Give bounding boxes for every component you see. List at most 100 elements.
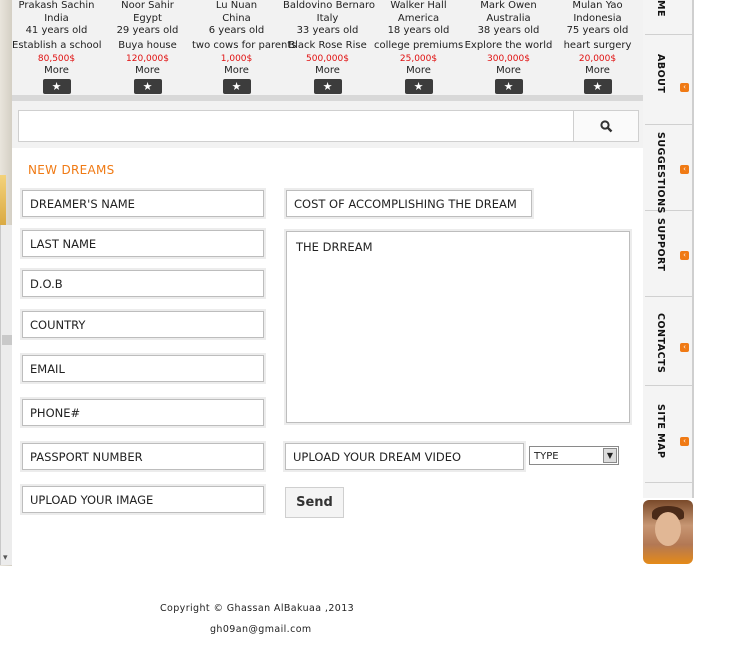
dreamer-card: Noor Sahir Egypt 29 years old Buya house 120… <box>103 0 192 102</box>
star-icon[interactable]: ★ <box>494 79 523 94</box>
footer-copyright: Copyright © Ghassan AlBakuaa ,2013 <box>160 603 355 614</box>
dreamer-card: Baldovino Bernaro Italy 33 years old Black … <box>283 0 375 102</box>
passport-field[interactable]: PASSPORT NUMBER <box>22 443 264 470</box>
dreamer-more-link[interactable]: More <box>464 65 553 76</box>
nav-tab-label: ABOUT <box>655 54 666 94</box>
dreamer-name: Mark Owen <box>480 0 537 11</box>
dreamer-name: Prakash Sachin <box>18 0 95 11</box>
dreamer-cost: 300,000$ <box>487 54 530 64</box>
email-field[interactable]: EMAIL <box>22 355 264 382</box>
dreamer-more-link[interactable]: More <box>283 65 372 76</box>
dreamer-name: Baldovino Bernaro <box>283 0 375 11</box>
arrow-marker-icon: ‹ <box>680 165 689 174</box>
main-panel: Prakash Sachin India 41 years old Establish… <box>12 0 643 566</box>
dreamer-more-link[interactable]: More <box>103 65 192 76</box>
dob-field[interactable]: D.O.B <box>22 270 264 297</box>
dreamer-cost: 20,000$ <box>578 54 617 64</box>
avatar-face <box>655 512 681 546</box>
arrow-marker-icon: ‹ <box>680 83 689 92</box>
dreamer-country: China <box>222 12 251 24</box>
arrow-marker-icon: ‹ <box>680 343 689 352</box>
country-field[interactable]: COUNTRY <box>22 311 264 338</box>
star-icon[interactable]: ★ <box>133 79 162 94</box>
dreamer-wish: Buya house <box>118 39 177 51</box>
nav-tab-label: SUGGESTIONS <box>655 132 666 214</box>
arrow-marker-icon: ‹ <box>680 251 689 260</box>
last-name-field[interactable]: LAST NAME <box>22 230 264 257</box>
nav-tab-support[interactable]: SUPPORT ‹ <box>645 214 693 297</box>
send-button[interactable]: Send <box>285 487 344 518</box>
dreamer-name-field[interactable]: DREAMER'S NAME <box>22 190 264 217</box>
dreamer-country: Egypt <box>133 12 162 24</box>
side-nav-edge <box>692 0 694 498</box>
dreamer-cost: 1,000$ <box>220 54 253 64</box>
footer-email-link[interactable]: gh09an@gmail.com <box>210 624 312 635</box>
dreamer-card: Mulan Yao Indonesia 75 years old heart surg… <box>553 0 642 102</box>
side-nav: ME ABOUT ‹ SUGGESTIONS ‹ SUPPORT ‹ CONTACTS ‹ SIT… <box>643 0 694 498</box>
dreamer-age: 38 years old <box>477 25 540 36</box>
search-icon <box>599 119 612 132</box>
dreamer-cost: 80,500$ <box>37 54 76 64</box>
dreamer-age: 33 years old <box>296 25 359 36</box>
dreamer-wish: Black Rose Rise <box>288 39 367 51</box>
nav-tab-contacts[interactable]: CONTACTS ‹ <box>645 309 693 386</box>
dreamer-cost: 120,000$ <box>126 54 169 64</box>
dreamer-card: Mark Owen Australia 38 years old Explore th… <box>464 0 553 102</box>
star-icon[interactable]: ★ <box>42 79 71 94</box>
dream-textarea[interactable]: THE DRREAM <box>286 231 630 423</box>
video-type-value: TYPE <box>534 451 559 462</box>
dreamer-name: Lu Nuan <box>215 0 258 11</box>
nav-tab-site-map[interactable]: SITE MAP ‹ <box>645 400 693 483</box>
upload-video-field[interactable]: UPLOAD YOUR DREAM VIDEO <box>285 443 524 470</box>
avatar[interactable] <box>643 500 693 564</box>
scrollbar-thumb[interactable] <box>2 335 12 345</box>
form-heading: NEW DREAMS <box>28 163 115 177</box>
phone-field[interactable]: PHONE# <box>22 399 264 426</box>
dreamer-name: Walker Hall <box>390 0 447 11</box>
dreamer-name: Noor Sahir <box>121 0 174 11</box>
dreamer-country: Italy <box>316 12 339 24</box>
dreamer-country: Australia <box>486 12 531 24</box>
dreamer-wish: college premiums <box>374 39 464 51</box>
dreamer-name: Mulan Yao <box>572 0 623 11</box>
left-edge-strip: ▾ <box>0 0 13 566</box>
scroll-down-arrow-icon[interactable]: ▾ <box>3 553 8 563</box>
dreamer-age: 18 years old <box>387 25 450 36</box>
star-icon[interactable]: ★ <box>222 79 251 94</box>
dreamer-age: 41 years old <box>25 25 88 36</box>
nav-tab-suggestions[interactable]: SUGGESTIONS ‹ <box>645 128 693 214</box>
dreamer-card: Lu Nuan China 6 years old two cows for pare… <box>192 0 297 102</box>
nav-tab-me[interactable]: ME <box>645 0 693 35</box>
dreamer-country: India <box>44 12 69 24</box>
dreamer-country: America <box>397 12 440 24</box>
dreamer-more-link[interactable]: More <box>374 65 463 76</box>
arrow-marker-icon: ‹ <box>680 437 689 446</box>
video-type-select[interactable]: TYPE ▼ <box>529 446 619 465</box>
nav-tab-label: ME <box>655 0 666 17</box>
dreamer-card: Walker Hall America 18 years old college pr… <box>374 0 463 102</box>
star-icon[interactable]: ★ <box>583 79 612 94</box>
nav-tab-about[interactable]: ABOUT ‹ <box>645 50 693 125</box>
dreamer-wish: Explore the world <box>464 39 553 51</box>
dropdown-arrow-icon[interactable]: ▼ <box>603 448 617 463</box>
new-dream-form: NEW DREAMS DREAMER'S NAME LAST NAME D.O.… <box>12 148 643 566</box>
dreamer-card: Prakash Sachin India 41 years old Establish… <box>12 0 102 102</box>
star-icon[interactable]: ★ <box>404 79 433 94</box>
star-icon[interactable]: ★ <box>313 79 342 94</box>
dream-cost-field[interactable]: COST OF ACCOMPLISHING THE DREAM <box>286 190 532 217</box>
dreamer-age: 75 years old <box>566 25 629 36</box>
dreamer-more-link[interactable]: More <box>553 65 642 76</box>
upload-image-field[interactable]: UPLOAD YOUR IMAGE <box>22 486 264 513</box>
search-button[interactable] <box>573 111 638 141</box>
dreamer-wish: two cows for parents <box>192 39 297 51</box>
dreamer-age: 6 years old <box>208 25 265 36</box>
dreamer-age: 29 years old <box>116 25 179 36</box>
dreamer-wish: Establish a school <box>12 39 102 51</box>
dreamer-more-link[interactable]: More <box>12 65 101 76</box>
nav-tab-label: SUPPORT <box>655 218 666 272</box>
dreamer-cost: 25,000$ <box>399 54 438 64</box>
search-bar[interactable] <box>18 110 639 142</box>
dreamer-cost: 500,000$ <box>306 54 349 64</box>
dreamer-more-link[interactable]: More <box>192 65 281 76</box>
dreamer-list: Prakash Sachin India 41 years old Establish… <box>12 0 643 102</box>
